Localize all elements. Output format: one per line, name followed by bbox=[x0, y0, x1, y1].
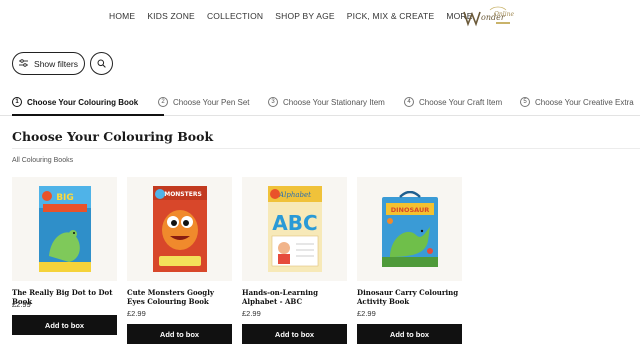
show-filters-button[interactable]: Show filters bbox=[12, 52, 85, 75]
nav-links: HOME KIDS ZONE COLLECTION SHOP BY AGE PI… bbox=[109, 11, 485, 21]
step-number: 4 bbox=[404, 97, 414, 107]
search-button[interactable] bbox=[90, 52, 113, 75]
svg-text:DINOSAUR: DINOSAUR bbox=[390, 206, 429, 214]
step-tab-stationary-item[interactable]: 3 Choose Your Stationary Item bbox=[268, 97, 385, 107]
product-price: £2.99 bbox=[357, 309, 376, 318]
svg-text:ABC: ABC bbox=[272, 211, 317, 235]
book-cover-alphabet-icon: Alphabet ABC bbox=[267, 186, 322, 272]
active-step-indicator bbox=[12, 114, 164, 116]
product-price: £2.99 bbox=[12, 300, 31, 309]
section-title: Choose Your Colouring Book bbox=[12, 129, 214, 144]
step-label: Choose Your Creative Extra bbox=[535, 97, 634, 107]
site-logo[interactable]: onder Online bbox=[460, 4, 516, 30]
product-card: Alphabet ABC Hands-on-Learning Alphabet … bbox=[242, 177, 347, 344]
product-card: DINOSAUR Dinosaur Carry Colouring Activi… bbox=[357, 177, 462, 344]
step-number: 3 bbox=[268, 97, 278, 107]
product-name[interactable]: Cute Monsters Googly Eyes Colouring Book bbox=[127, 288, 232, 306]
product-card: MONSTERS Cute Monsters Googly Eyes Colou… bbox=[127, 177, 232, 344]
product-name[interactable]: Dinosaur Carry Colouring Activity Book bbox=[357, 288, 462, 306]
top-navigation: HOME KIDS ZONE COLLECTION SHOP BY AGE PI… bbox=[0, 0, 640, 36]
step-label: Choose Your Pen Set bbox=[173, 97, 250, 107]
svg-text:Online: Online bbox=[494, 11, 514, 18]
step-tab-pen-set[interactable]: 2 Choose Your Pen Set bbox=[158, 97, 250, 107]
product-name[interactable]: The Really Big Dot to Dot Book bbox=[12, 288, 117, 306]
step-label: Choose Your Craft Item bbox=[419, 97, 503, 107]
product-image[interactable]: MONSTERS bbox=[127, 177, 232, 281]
product-price: £2.99 bbox=[242, 309, 261, 318]
step-tab-colouring-book[interactable]: 1 Choose Your Colouring Book bbox=[12, 97, 138, 107]
add-to-box-button[interactable]: Add to box bbox=[127, 324, 232, 344]
step-tab-creative-extra[interactable]: 5 Choose Your Creative Extra bbox=[520, 97, 634, 107]
search-icon bbox=[97, 55, 106, 73]
nav-link-home[interactable]: HOME bbox=[109, 11, 135, 21]
step-label: Choose Your Colouring Book bbox=[27, 97, 139, 107]
category-label: All Colouring Books bbox=[12, 157, 74, 164]
step-number: 1 bbox=[12, 97, 22, 107]
nav-link-kids-zone[interactable]: KIDS ZONE bbox=[147, 11, 195, 21]
add-to-box-button[interactable]: Add to box bbox=[12, 315, 117, 335]
book-cover-cute-monsters-icon: MONSTERS bbox=[152, 186, 207, 272]
step-tabs: 1 Choose Your Colouring Book 2 Choose Yo… bbox=[0, 92, 640, 116]
svg-text:BIG: BIG bbox=[56, 193, 74, 203]
add-to-box-button[interactable]: Add to box bbox=[242, 324, 347, 344]
svg-text:MONSTERS: MONSTERS bbox=[164, 191, 202, 198]
nav-link-collection[interactable]: COLLECTION bbox=[207, 11, 263, 21]
product-image[interactable]: BIG bbox=[12, 177, 117, 281]
step-number: 5 bbox=[520, 97, 530, 107]
book-cover-dinosaur-icon: DINOSAUR bbox=[381, 191, 438, 267]
show-filters-label: Show filters bbox=[34, 58, 78, 69]
step-label: Choose Your Stationary Item bbox=[283, 97, 385, 107]
product-image[interactable]: Alphabet ABC bbox=[242, 177, 347, 281]
section-divider bbox=[12, 148, 640, 149]
svg-text:Alphabet: Alphabet bbox=[278, 191, 311, 199]
nav-link-pick-mix-create[interactable]: PICK, MIX & CREATE bbox=[347, 11, 435, 21]
step-tab-craft-item[interactable]: 4 Choose Your Craft Item bbox=[404, 97, 502, 107]
product-card: BIG The Really Big Dot to Dot Book £2.99… bbox=[12, 177, 117, 335]
book-cover-dot-to-dot-icon: BIG bbox=[38, 186, 91, 272]
product-price: £2.99 bbox=[127, 309, 146, 318]
add-to-box-button[interactable]: Add to box bbox=[357, 324, 462, 344]
product-name[interactable]: Hands-on-Learning Alphabet - ABC bbox=[242, 288, 347, 306]
step-number: 2 bbox=[158, 97, 168, 107]
sliders-icon bbox=[19, 58, 29, 69]
nav-link-shop-by-age[interactable]: SHOP BY AGE bbox=[275, 11, 335, 21]
product-image[interactable]: DINOSAUR bbox=[357, 177, 462, 281]
